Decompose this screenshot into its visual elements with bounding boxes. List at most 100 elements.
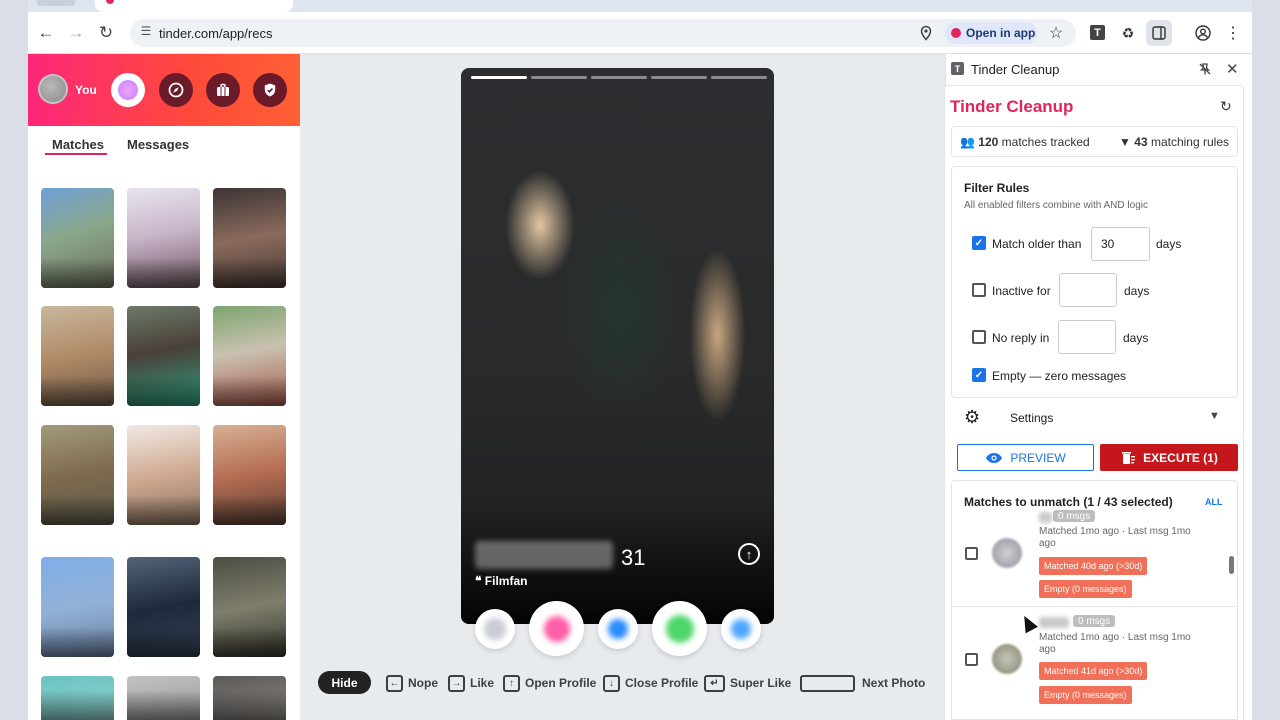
- older-than-checkbox[interactable]: ✓: [972, 236, 986, 250]
- empty-chip: Empty (0 messages): [1039, 580, 1132, 598]
- open-in-app-button[interactable]: Open in app: [945, 22, 1037, 44]
- inactive-for-label: Inactive for: [992, 284, 1051, 298]
- match-tile[interactable]: [127, 188, 200, 288]
- site-info-icon[interactable]: ☰: [139, 24, 153, 38]
- no-reply-checkbox[interactable]: [972, 330, 986, 344]
- match-tile[interactable]: [213, 188, 286, 288]
- match-meta: Matched 1mo ago · Last msg 1mo ago: [1039, 526, 1191, 549]
- empty-label: Empty — zero messages: [992, 369, 1127, 383]
- match-tile[interactable]: [213, 676, 286, 720]
- empty-checkbox[interactable]: ✓: [972, 368, 986, 382]
- match-tile[interactable]: [127, 425, 200, 525]
- match-select-checkbox[interactable]: [965, 653, 978, 666]
- execute-label: EXECUTE (1): [1143, 450, 1218, 465]
- match-tile[interactable]: [213, 557, 286, 657]
- url-text[interactable]: tinder.com/app/recs: [159, 26, 272, 41]
- older-than-days-input[interactable]: 30: [1091, 227, 1150, 261]
- profile-icon[interactable]: [1195, 25, 1211, 41]
- forward-icon[interactable]: →: [63, 20, 89, 46]
- profile-age: 31: [621, 545, 646, 570]
- open-in-app-label: Open in app: [966, 26, 1036, 40]
- select-all-link[interactable]: ALL: [1205, 497, 1223, 507]
- photo-progress-segment[interactable]: [531, 76, 587, 79]
- side-panel-title: Tinder Cleanup: [971, 62, 1060, 77]
- match-tile[interactable]: [41, 425, 114, 525]
- photo-progress-segment[interactable]: [651, 76, 707, 79]
- briefcase-icon: [217, 83, 229, 96]
- execute-button[interactable]: EXECUTE (1): [1100, 444, 1238, 471]
- settings-label[interactable]: Settings: [1010, 411, 1053, 425]
- boost-button[interactable]: [111, 73, 145, 107]
- hide-shortcuts-button[interactable]: Hide: [318, 671, 371, 694]
- extensions-puzzle-icon[interactable]: ♻: [1119, 24, 1137, 42]
- gear-icon: ⚙: [964, 407, 981, 427]
- photo-progress-segment[interactable]: [711, 76, 767, 79]
- left-arrow-key-icon: ←: [386, 674, 403, 692]
- super-like-button[interactable]: [598, 609, 638, 649]
- shield-icon: [264, 83, 276, 97]
- photo-blur: [690, 250, 745, 420]
- match-tile[interactable]: [127, 676, 200, 720]
- inactive-for-days-input[interactable]: [1059, 273, 1117, 307]
- safety-button[interactable]: [253, 73, 287, 107]
- compass-icon: [168, 82, 184, 98]
- side-panel-icon: [1152, 26, 1166, 40]
- people-icon: 👥: [960, 134, 979, 149]
- match-avatar: [992, 538, 1022, 568]
- boost-action-button[interactable]: [721, 609, 761, 649]
- inactive-for-checkbox[interactable]: [972, 283, 986, 297]
- message-count-badge: 0 msgs: [1053, 510, 1096, 522]
- list-scrollbar[interactable]: [1229, 556, 1234, 574]
- photo-progress-segment[interactable]: [591, 76, 647, 79]
- shortcut-open-profile: ↑ Open Profile: [503, 671, 596, 695]
- match-tile[interactable]: [213, 425, 286, 525]
- match-tile[interactable]: [41, 306, 114, 406]
- close-panel-icon[interactable]: ✕: [1226, 60, 1239, 78]
- photo-progress-segment[interactable]: [471, 76, 527, 79]
- settings-accordion[interactable]: [951, 400, 1238, 436]
- quote-icon: ❝: [475, 574, 485, 588]
- preview-button[interactable]: PREVIEW: [957, 444, 1094, 471]
- message-count-badge: 0 msgs: [1073, 615, 1116, 627]
- back-icon[interactable]: ←: [33, 20, 59, 46]
- unpin-icon[interactable]: [1198, 62, 1212, 76]
- list-divider: [951, 606, 1238, 607]
- match-tile[interactable]: [41, 676, 114, 720]
- portfolio-button[interactable]: [206, 73, 240, 107]
- rewind-button[interactable]: [475, 609, 515, 649]
- preview-label: PREVIEW: [1010, 450, 1066, 465]
- match-select-checkbox[interactable]: [965, 547, 978, 560]
- screen: { "browser": { "url": "tinder.com/app/re…: [0, 0, 1280, 720]
- my-profile-label[interactable]: You: [75, 83, 97, 97]
- tab-tinder[interactable]: [95, 0, 293, 12]
- chevron-down-icon[interactable]: ▼: [1209, 410, 1220, 422]
- photo-blur: [560, 200, 680, 420]
- star-icon: [608, 619, 628, 639]
- match-tile[interactable]: [127, 557, 200, 657]
- space-key-icon: [800, 674, 855, 692]
- explore-button[interactable]: [159, 73, 193, 107]
- nope-button[interactable]: [529, 601, 584, 656]
- reload-icon[interactable]: ↻: [93, 20, 119, 46]
- like-button[interactable]: [652, 601, 707, 656]
- match-tile[interactable]: [127, 306, 200, 406]
- bookmark-star-icon[interactable]: ☆: [1047, 24, 1065, 42]
- tab-matches[interactable]: Matches: [52, 137, 104, 152]
- inactive-for-unit: days: [1124, 284, 1150, 298]
- refresh-icon[interactable]: ↻: [1220, 98, 1232, 115]
- match-tile[interactable]: [41, 557, 114, 657]
- match-tile[interactable]: [213, 306, 286, 406]
- shortcut-super-like: ↵ Super Like: [704, 671, 791, 695]
- extension-t-icon[interactable]: T: [1090, 25, 1105, 40]
- tab-messages[interactable]: Messages: [127, 137, 189, 152]
- menu-kebab-icon[interactable]: ⋮: [1224, 24, 1242, 42]
- filter-rules-subtitle: All enabled filters combine with AND log…: [964, 200, 1148, 211]
- unmatch-list-title: Matches to unmatch (1 / 43 selected): [964, 495, 1173, 509]
- open-profile-arrow-icon[interactable]: ↑: [738, 543, 760, 565]
- no-reply-days-input[interactable]: [1058, 320, 1116, 354]
- tab-inactive[interactable]: [37, 0, 75, 6]
- location-icon[interactable]: [918, 25, 934, 41]
- right-arrow-key-icon: →: [448, 674, 465, 692]
- my-avatar[interactable]: [38, 74, 68, 104]
- match-tile[interactable]: [41, 188, 114, 288]
